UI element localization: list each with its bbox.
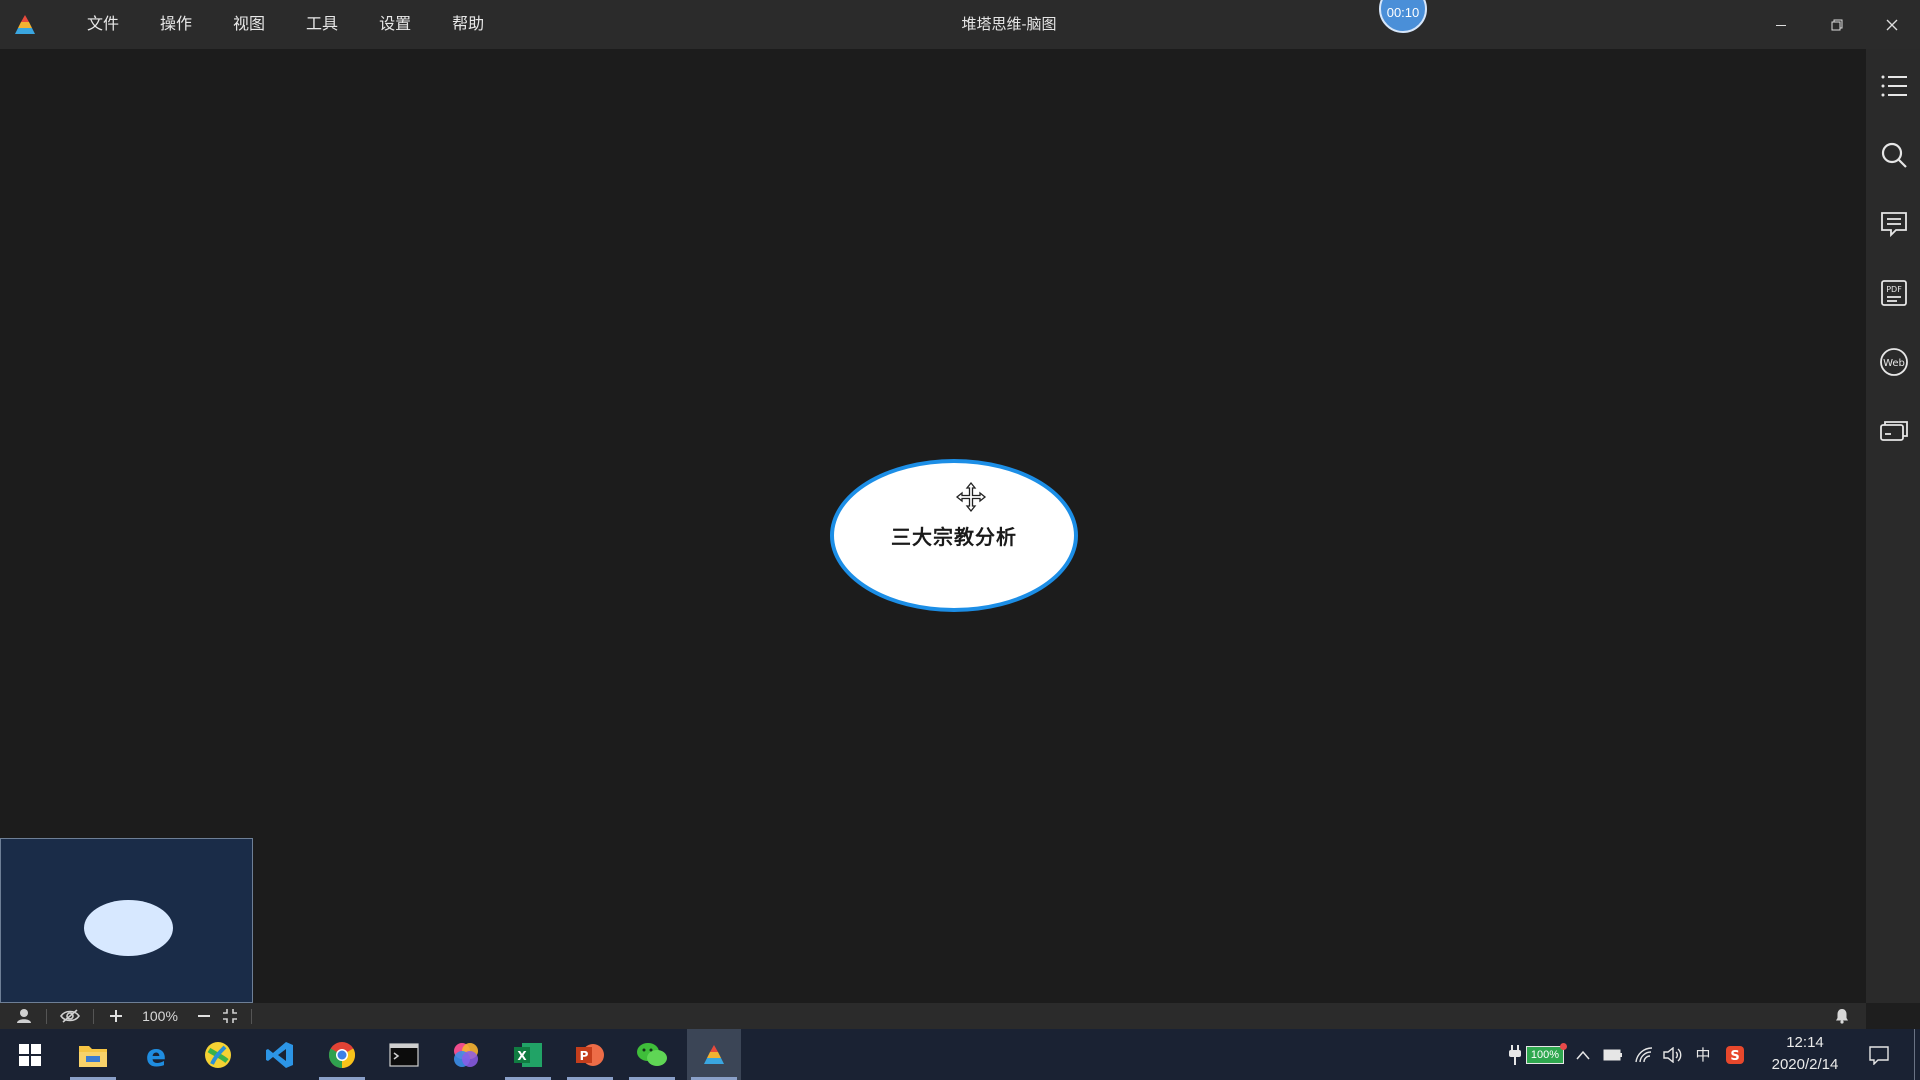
- wechat-icon: [637, 1042, 667, 1066]
- notification-icon: [1869, 1045, 1889, 1065]
- svg-text:e: e: [146, 1040, 166, 1070]
- outline-button[interactable]: [1879, 71, 1909, 101]
- start-button[interactable]: [3, 1029, 57, 1080]
- battery-level-text: 100%: [1530, 1048, 1560, 1061]
- taskbar-wechat[interactable]: [625, 1029, 679, 1080]
- color-app-icon: [454, 1042, 478, 1067]
- wifi-button[interactable]: [1631, 1029, 1657, 1080]
- power-plug-icon: [1509, 1044, 1521, 1065]
- show-hidden-icons-button[interactable]: [1571, 1029, 1595, 1080]
- wifi-icon: [1635, 1046, 1653, 1062]
- system-clock[interactable]: 12:14 2020/2/14: [1755, 1029, 1855, 1080]
- alert-dot-icon: [1560, 1043, 1567, 1050]
- windows-taskbar: e X P 100% 中 S 12:14 2020/2/14: [0, 1029, 1920, 1080]
- zoom-out-button[interactable]: [191, 1003, 217, 1029]
- title-bar: 文件 操作 视图 工具 设置 帮助 堆塔思维-脑图 00:10: [0, 0, 1920, 49]
- sogou-ime-button[interactable]: S: [1720, 1029, 1750, 1080]
- central-topic-label: 三大宗教分析: [891, 527, 1017, 549]
- chevron-up-icon: [1576, 1050, 1590, 1059]
- taskbar-vscode[interactable]: [253, 1029, 307, 1080]
- zoom-in-button[interactable]: [103, 1003, 129, 1029]
- user-icon: [17, 1009, 31, 1023]
- excel-icon: X: [514, 1042, 542, 1067]
- taskbar-terminal[interactable]: [377, 1029, 431, 1080]
- input-method-indicator[interactable]: 中: [1690, 1029, 1716, 1080]
- power-plug[interactable]: [1505, 1029, 1525, 1080]
- central-topic-node[interactable]: 三大宗教分析: [830, 459, 1078, 612]
- close-icon: [1886, 19, 1898, 30]
- vscode-icon: [266, 1041, 293, 1068]
- show-desktop-divider[interactable]: [1914, 1029, 1915, 1080]
- notes-button[interactable]: [1879, 209, 1909, 239]
- notes-icon: [1881, 212, 1907, 238]
- volume-button[interactable]: [1660, 1029, 1686, 1080]
- speaker-icon: [1663, 1046, 1682, 1063]
- fit-view-icon: [223, 1009, 237, 1023]
- right-toolbar: PDF Web: [1866, 49, 1920, 1003]
- svg-text:P: P: [580, 1049, 589, 1063]
- mindmap-canvas[interactable]: 三大宗教分析: [0, 49, 1866, 1003]
- terminal-icon: [389, 1042, 419, 1067]
- battery-icon: [1603, 1049, 1622, 1060]
- status-bar: 100%: [0, 1003, 1866, 1029]
- restore-icon: [1831, 19, 1843, 30]
- minimap-topic-node: [84, 900, 173, 956]
- minus-icon: [198, 1015, 210, 1017]
- user-button[interactable]: [10, 1003, 38, 1029]
- file-explorer-icon: [79, 1045, 107, 1067]
- svg-text:Web: Web: [1883, 358, 1905, 369]
- divider: [46, 1009, 47, 1024]
- eye-icon: [60, 1009, 80, 1023]
- window-title: 堆塔思维-脑图: [961, 16, 1057, 33]
- divider: [251, 1009, 252, 1024]
- notification-bell-button[interactable]: [1828, 1003, 1856, 1029]
- minimize-icon: [1776, 24, 1786, 26]
- web-icon: Web: [1880, 348, 1908, 376]
- taskbar-file-explorer[interactable]: [66, 1029, 120, 1080]
- sogou-ime-icon: S: [1726, 1045, 1744, 1064]
- start-icon: [19, 1043, 41, 1066]
- svg-text:PDF: PDF: [1886, 285, 1902, 294]
- search-icon: [1881, 142, 1907, 168]
- taskbar-edge[interactable]: e: [129, 1029, 183, 1080]
- action-center-button[interactable]: [1866, 1029, 1892, 1080]
- edge-icon: e: [146, 1040, 166, 1070]
- minimize-button[interactable]: [1753, 0, 1809, 49]
- divider: [93, 1009, 94, 1024]
- close-button[interactable]: [1864, 0, 1920, 49]
- plus-icon: [110, 1010, 122, 1022]
- web-button[interactable]: Web: [1879, 347, 1909, 377]
- mindmap-app-icon: [704, 1044, 724, 1064]
- card-icon: [1880, 421, 1908, 441]
- clock-date: 2020/2/14: [1771, 1056, 1839, 1073]
- taskbar-excel[interactable]: X: [501, 1029, 555, 1080]
- svg-text:S: S: [1730, 1049, 1739, 1064]
- restore-button[interactable]: [1809, 0, 1865, 49]
- bell-icon: [1836, 1009, 1848, 1024]
- pdf-export-button[interactable]: PDF: [1879, 278, 1909, 308]
- taskbar-qq-browser[interactable]: [191, 1029, 245, 1080]
- minimap[interactable]: [0, 838, 253, 1003]
- battery-percentage-indicator[interactable]: 100%: [1524, 1029, 1567, 1080]
- taskbar-mindmap-app[interactable]: [687, 1029, 741, 1080]
- visibility-button[interactable]: [55, 1003, 85, 1029]
- fit-view-button[interactable]: [217, 1003, 243, 1029]
- svg-text:X: X: [517, 1049, 527, 1063]
- chrome-icon: [328, 1041, 356, 1068]
- card-button[interactable]: [1879, 416, 1909, 446]
- qq-browser-icon: [205, 1041, 231, 1068]
- powerpoint-icon: P: [576, 1043, 604, 1066]
- taskbar-powerpoint[interactable]: P: [563, 1029, 617, 1080]
- outline-icon: [1881, 75, 1907, 97]
- taskbar-color-app[interactable]: [439, 1029, 493, 1080]
- battery-level-icon: 100%: [1526, 1045, 1564, 1064]
- pdf-export-icon: PDF: [1881, 280, 1907, 306]
- clock-time: 12:14: [1786, 1034, 1824, 1051]
- move-cursor-icon: [955, 481, 987, 513]
- zoom-level: 100%: [142, 1008, 178, 1024]
- search-button[interactable]: [1879, 140, 1909, 170]
- taskbar-chrome[interactable]: [315, 1029, 369, 1080]
- battery-button[interactable]: [1600, 1029, 1626, 1080]
